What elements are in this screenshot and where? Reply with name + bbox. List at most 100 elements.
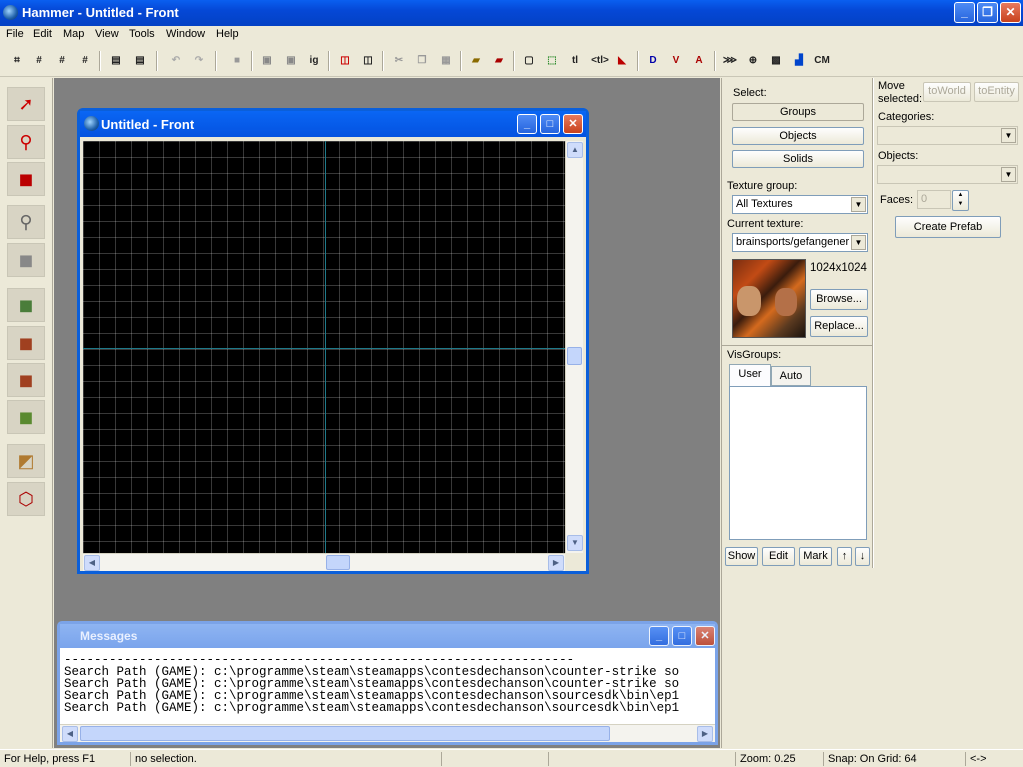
tl-button[interactable]: tl — [566, 52, 584, 70]
messages-scroll-left-icon[interactable]: ◀ — [62, 726, 78, 742]
overlay-icon[interactable]: ⋙ — [721, 52, 739, 70]
objects-select[interactable]: ▼ — [877, 165, 1018, 184]
select-solids-button[interactable]: Solids — [732, 150, 864, 168]
undo-icon[interactable]: ↶ — [167, 52, 185, 70]
clipping-tool-icon[interactable]: ◩ — [7, 444, 45, 478]
hide-icon[interactable]: ▣ — [258, 52, 276, 70]
select-groups-button[interactable]: Groups — [732, 103, 864, 121]
wireframe-icon[interactable]: ▩ — [767, 52, 785, 70]
visgroup-edit-button[interactable]: Edit — [762, 547, 795, 566]
messages-maximize-button[interactable]: □ — [672, 626, 692, 646]
grid-toggle-icon[interactable]: ⌗ — [8, 52, 26, 70]
texture-app-tool-icon[interactable]: ◼ — [7, 288, 45, 322]
scroll-left-icon[interactable]: ◀ — [84, 555, 100, 571]
decal-tool-icon[interactable]: ◼ — [7, 363, 45, 397]
menu-help[interactable]: Help — [216, 28, 239, 40]
carve-icon[interactable]: ■ — [228, 52, 246, 70]
arrow-up-icon[interactable]: ↑ — [837, 547, 852, 566]
vertical-scroll-thumb[interactable] — [567, 347, 582, 365]
magnify-tool-icon[interactable]: ⚲ — [7, 125, 45, 159]
texture-group-select[interactable]: All Textures ▼ — [732, 195, 868, 214]
display-a-icon[interactable]: A — [690, 52, 708, 70]
grid-smaller-icon[interactable]: # — [53, 52, 71, 70]
scroll-up-icon[interactable]: ▲ — [567, 142, 583, 158]
to-entity-button[interactable]: toEntity — [974, 82, 1019, 102]
messages-minimize-button[interactable]: _ — [649, 626, 669, 646]
cut-icon[interactable]: ✂ — [390, 52, 408, 70]
map-maximize-button[interactable]: □ — [540, 114, 560, 134]
messages-scroll-right-icon[interactable]: ▶ — [697, 726, 713, 742]
chevron-down-icon[interactable]: ▼ — [1001, 128, 1016, 143]
tab-auto[interactable]: Auto — [771, 366, 811, 386]
map-vertical-scrollbar[interactable]: ▲ ▼ — [565, 141, 583, 553]
messages-window[interactable]: Messages _ □ ✕ -------------------------… — [57, 621, 718, 745]
vertex-tool-icon[interactable]: ⬡ — [7, 482, 45, 516]
chevron-down-icon[interactable]: ▼ — [851, 235, 866, 250]
messages-title-bar[interactable]: Messages _ □ ✕ — [60, 624, 715, 648]
faces-spinner[interactable]: ▲ ▼ — [952, 190, 969, 211]
menu-file[interactable]: File — [6, 28, 24, 40]
select-objects-button[interactable]: Objects — [732, 127, 864, 145]
app-title-bar[interactable]: Hammer - Untitled - Front _ ❐ ✕ — [0, 0, 1023, 26]
visgroup-mark-button[interactable]: Mark — [799, 547, 832, 566]
menu-tools[interactable]: Tools — [129, 28, 155, 40]
flip-icon[interactable]: ◣ — [613, 52, 631, 70]
sphere-icon[interactable]: ⊕ — [744, 52, 762, 70]
to-world-button[interactable]: toWorld — [923, 82, 971, 102]
selection-tool-icon[interactable]: ➚ — [7, 87, 45, 121]
replace-button[interactable]: Replace... — [810, 316, 868, 337]
messages-close-button[interactable]: ✕ — [695, 626, 715, 646]
cordon-button[interactable]: CM — [812, 52, 832, 70]
map-minimize-button[interactable]: _ — [517, 114, 537, 134]
overlay-tool-icon[interactable]: ◼ — [7, 400, 45, 434]
tlr-button[interactable]: <tl> — [589, 52, 611, 70]
cube-icon[interactable]: ▟ — [790, 52, 808, 70]
horizontal-scroll-thumb[interactable] — [326, 555, 350, 570]
current-texture-select[interactable]: brainsports/gefangener ▼ — [732, 233, 868, 252]
map-close-button[interactable]: ✕ — [563, 114, 583, 134]
clip-icon[interactable]: ◫ — [336, 52, 354, 70]
display-v-icon[interactable]: V — [667, 52, 685, 70]
menu-edit[interactable]: Edit — [33, 28, 52, 40]
categories-select[interactable]: ▼ — [877, 126, 1018, 145]
handle-select-icon[interactable]: ⬚ — [543, 52, 561, 70]
block-tool-icon[interactable]: ◼ — [7, 243, 45, 277]
messages-scroll-thumb[interactable] — [80, 726, 610, 741]
texture-lock-icon[interactable]: ▰ — [467, 52, 485, 70]
minimize-button[interactable]: _ — [954, 2, 975, 23]
texture-scale-icon[interactable]: ▰ — [490, 52, 508, 70]
box-select-icon[interactable]: ▢ — [520, 52, 538, 70]
map-horizontal-scrollbar[interactable]: ◀ ▶ — [83, 553, 565, 571]
paste-icon[interactable]: ▦ — [437, 52, 455, 70]
map-view-window[interactable]: Untitled - Front _ □ ✕ ▲ ▼ ◀ ▶ — [77, 108, 589, 574]
grid-size-icon[interactable]: # — [30, 52, 48, 70]
visgroups-list[interactable] — [729, 386, 867, 540]
scroll-down-icon[interactable]: ▼ — [567, 535, 583, 551]
ungroup-icon[interactable]: ▤ — [131, 52, 149, 70]
viewport-2d-grid[interactable] — [83, 141, 565, 553]
faces-input[interactable]: 0 — [917, 190, 951, 209]
close-button[interactable]: ✕ — [1000, 2, 1021, 23]
arrow-down-icon[interactable]: ↓ — [855, 547, 870, 566]
restore-button[interactable]: ❐ — [977, 2, 998, 23]
browse-button[interactable]: Browse... — [810, 289, 868, 310]
scroll-right-icon[interactable]: ▶ — [548, 555, 564, 571]
map-view-title-bar[interactable]: Untitled - Front _ □ ✕ — [80, 111, 586, 137]
chevron-down-icon[interactable]: ▼ — [851, 197, 866, 212]
create-prefab-button[interactable]: Create Prefab — [895, 216, 1001, 238]
menu-map[interactable]: Map — [63, 28, 84, 40]
entity-tool-icon[interactable]: ⚲ — [7, 205, 45, 239]
grid-larger-icon[interactable]: # — [76, 52, 94, 70]
texture-preview[interactable] — [732, 259, 806, 338]
ignore-groups-button[interactable]: ig — [305, 52, 323, 70]
camera-tool-icon[interactable]: ◼ — [7, 162, 45, 196]
vertex-icon[interactable]: ◫ — [359, 52, 377, 70]
chevron-down-icon[interactable]: ▼ — [1001, 167, 1016, 182]
menu-view[interactable]: View — [95, 28, 119, 40]
show-icon[interactable]: ▣ — [282, 52, 300, 70]
messages-horizontal-scrollbar[interactable]: ◀ ▶ — [60, 724, 715, 742]
copy-icon[interactable]: ❐ — [413, 52, 431, 70]
display-d-icon[interactable]: D — [644, 52, 662, 70]
visgroup-show-button[interactable]: Show — [725, 547, 758, 566]
menu-window[interactable]: Window — [166, 28, 205, 40]
